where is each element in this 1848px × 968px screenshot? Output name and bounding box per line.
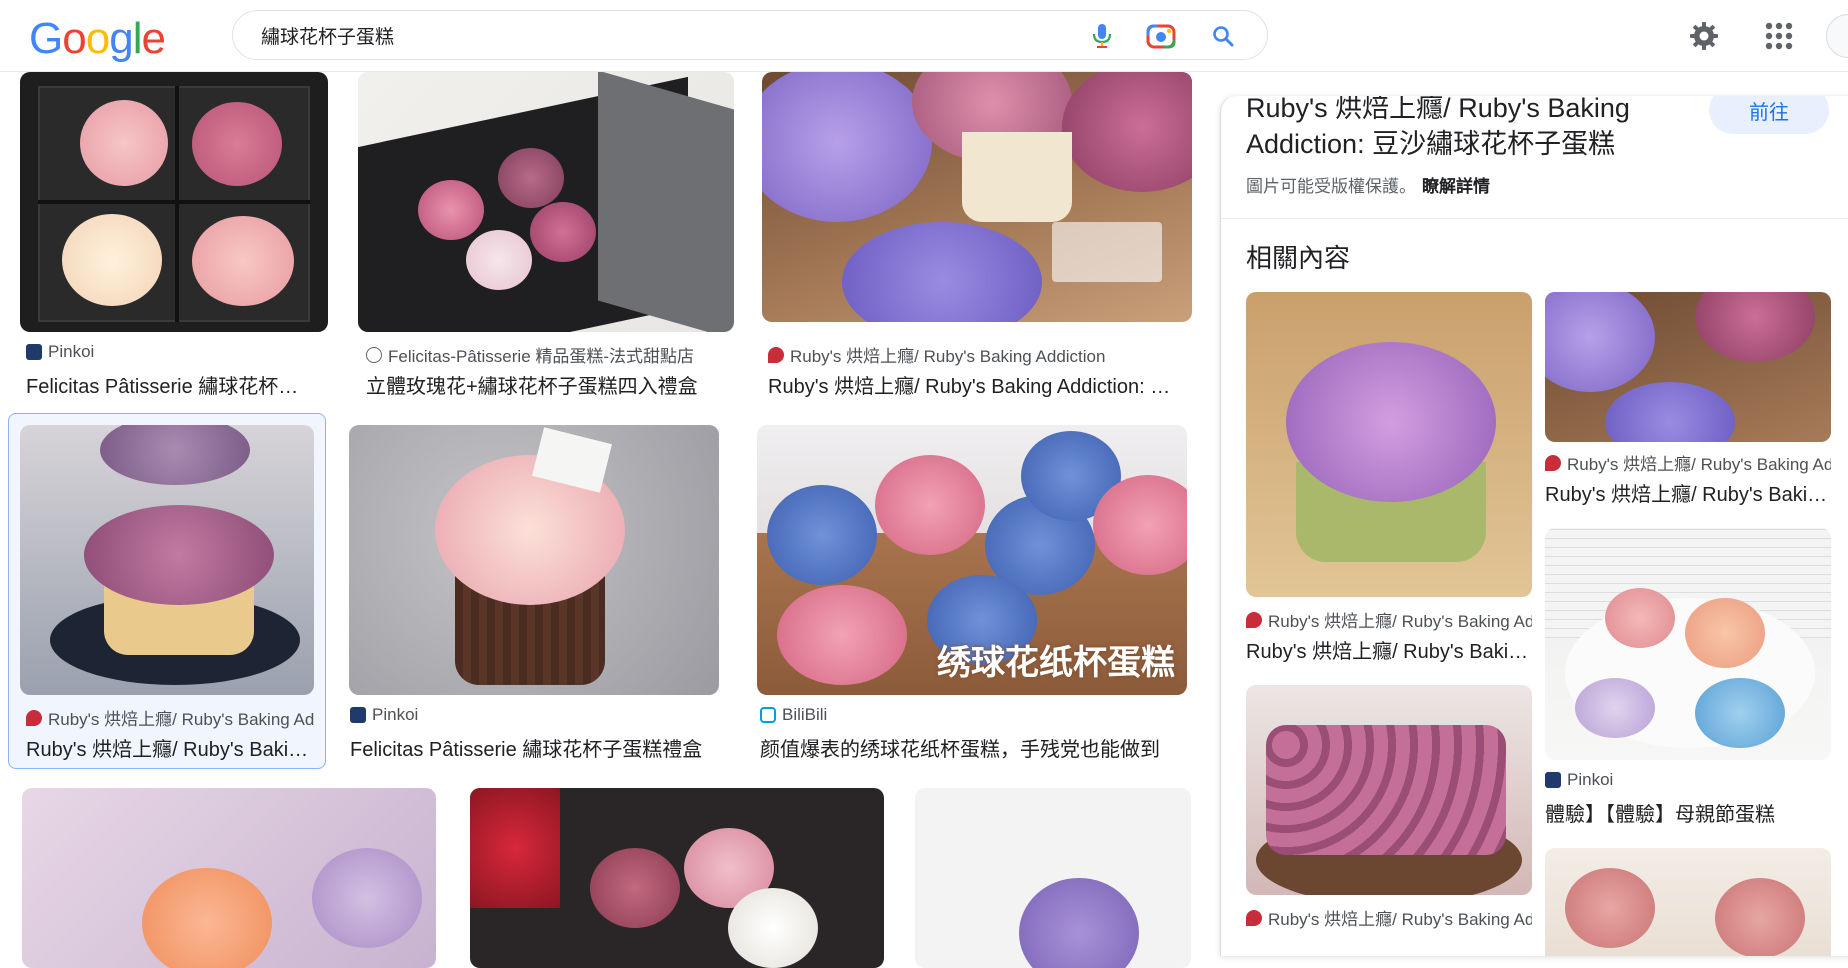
related-title[interactable]: Ruby's 烘焙上癮/ Ruby's Baking Addiction: [1545, 478, 1831, 507]
result-source[interactable]: Pinkoi: [350, 705, 710, 725]
image-preview-panel: Ruby's 烘焙上癮/ Ruby's Baking Addiction: 豆沙…: [1220, 96, 1848, 956]
result-source[interactable]: Ruby's 烘焙上癮/ Ruby's Baking Addiction: [26, 705, 314, 730]
result-title[interactable]: Felicitas Pâtisserie 繡球花杯子蛋糕: [26, 370, 318, 399]
source-label: Pinkoi: [372, 705, 419, 724]
preview-title[interactable]: Ruby's 烘焙上癮/ Ruby's Baking Addiction: 豆沙…: [1246, 96, 1716, 162]
related-heading: 相關內容: [1246, 243, 1351, 273]
camera-lens-icon[interactable]: [1145, 20, 1177, 52]
source-label: Felicitas-Pâtisserie 精品蛋糕-法式甜點店: [388, 347, 695, 366]
related-source[interactable]: Ruby's 烘焙上癮/ Ruby's Baking Addiction: [1545, 450, 1831, 475]
copyright-notice: 圖片可能受版權保護。 瞭解詳情: [1246, 172, 1490, 197]
search-icon[interactable]: [1207, 20, 1239, 52]
result-title[interactable]: Ruby's 烘焙上癮/ Ruby's Baking Addiction: 豆沙…: [768, 370, 1188, 399]
top-bar: Google: [0, 0, 1848, 72]
search-input[interactable]: [261, 21, 1061, 49]
related-image[interactable]: [1545, 292, 1831, 442]
related-image[interactable]: [1545, 528, 1831, 760]
pinkoi-icon: [350, 707, 366, 723]
avatar[interactable]: [1826, 14, 1848, 58]
source-label: BiliBili: [782, 705, 828, 724]
result-image[interactable]: [22, 788, 436, 968]
result-title[interactable]: 颜值爆表的绣球花纸杯蛋糕，手残党也能做到: [760, 733, 1180, 762]
related-image[interactable]: [1246, 685, 1532, 895]
bilibili-icon: [760, 707, 776, 723]
source-label: Ruby's 烘焙上癮/ Ruby's Baking Addiction: [790, 347, 1106, 366]
ruby-icon: [768, 346, 784, 363]
result-image[interactable]: [358, 72, 734, 332]
related-image[interactable]: [1246, 292, 1532, 597]
related-source[interactable]: Ruby's 烘焙上癮/ Ruby's Baking Addiction: [1246, 607, 1532, 632]
ruby-icon: [1246, 909, 1262, 926]
result-image[interactable]: [915, 788, 1191, 968]
ruby-icon: [1545, 454, 1561, 471]
result-image[interactable]: [20, 425, 314, 695]
source-label: Ruby's 烘焙上癮/ Ruby's Baking Addiction: [1268, 910, 1532, 929]
learn-more-link[interactable]: 瞭解詳情: [1422, 177, 1490, 196]
result-source[interactable]: Ruby's 烘焙上癮/ Ruby's Baking Addiction: [768, 342, 1188, 367]
logo-letter: o: [62, 14, 87, 63]
logo-letter: l: [132, 14, 143, 63]
logo-letter: o: [85, 14, 111, 63]
related-image[interactable]: [1545, 848, 1831, 956]
result-image[interactable]: 绣球花纸杯蛋糕: [757, 425, 1187, 695]
related-title[interactable]: Ruby's 烘焙上癮/ Ruby's Baking Addiction: [1246, 635, 1532, 664]
visit-button[interactable]: 前往: [1709, 96, 1829, 134]
globe-icon: [366, 346, 382, 363]
voice-search-icon[interactable]: [1086, 20, 1118, 52]
source-label: Pinkoi: [1567, 770, 1614, 789]
logo-letter: G: [29, 14, 63, 63]
source-label: Ruby's 烘焙上癮/ Ruby's Baking Addiction: [1567, 455, 1831, 474]
image-overlay-text: 绣球花纸杯蛋糕: [937, 644, 1175, 682]
search-box: [232, 10, 1268, 60]
result-title[interactable]: Felicitas Pâtisserie 繡球花杯子蛋糕禮盒: [350, 733, 710, 762]
related-source[interactable]: Pinkoi: [1545, 770, 1831, 790]
ruby-icon: [26, 709, 42, 726]
result-image[interactable]: [349, 425, 719, 695]
source-label: Pinkoi: [48, 342, 95, 361]
gear-icon[interactable]: [1684, 16, 1724, 56]
pinkoi-icon: [1545, 772, 1561, 788]
related-title[interactable]: 體驗】【體驗】母親節蛋糕: [1545, 798, 1831, 827]
divider: [1221, 218, 1848, 219]
result-source[interactable]: Pinkoi: [26, 342, 326, 362]
copyright-text: 圖片可能受版權保護。: [1246, 177, 1416, 196]
google-logo[interactable]: Google: [29, 14, 166, 64]
related-source[interactable]: Ruby's 烘焙上癮/ Ruby's Baking Addiction: [1246, 905, 1532, 930]
pinkoi-icon: [26, 344, 42, 360]
result-image[interactable]: [470, 788, 884, 968]
source-label: Ruby's 烘焙上癮/ Ruby's Baking Addiction: [48, 710, 314, 729]
result-image[interactable]: [762, 72, 1192, 322]
source-label: Ruby's 烘焙上癮/ Ruby's Baking Addiction: [1268, 612, 1532, 631]
ruby-icon: [1246, 611, 1262, 628]
logo-letter: g: [109, 14, 134, 63]
apps-grid-icon[interactable]: [1759, 16, 1799, 56]
result-source[interactable]: Felicitas-Pâtisserie 精品蛋糕-法式甜點店: [366, 342, 726, 367]
result-image[interactable]: [20, 72, 328, 332]
logo-letter: e: [141, 14, 166, 63]
result-title[interactable]: Ruby's 烘焙上癮/ Ruby's Baking Addiction: [26, 733, 314, 762]
result-title[interactable]: 立體玫瑰花+繡球花杯子蛋糕四入禮盒: [366, 370, 712, 399]
result-source[interactable]: BiliBili: [760, 705, 1180, 725]
